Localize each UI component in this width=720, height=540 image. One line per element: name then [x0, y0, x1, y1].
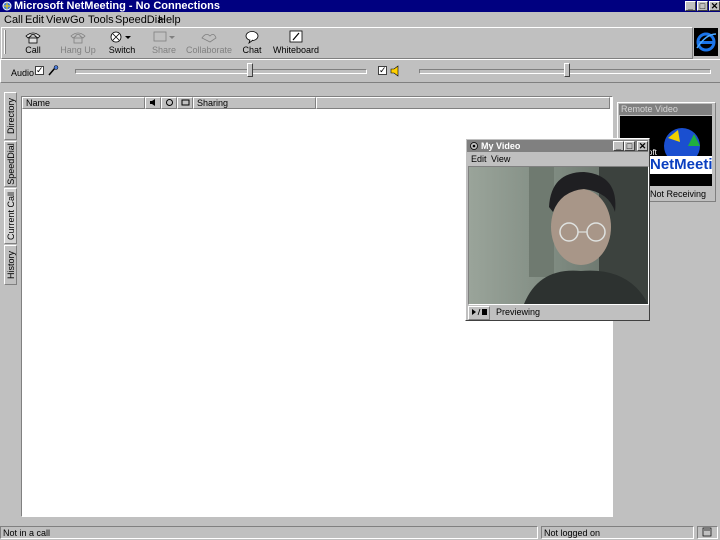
remote-video-status: Not Receiving — [650, 189, 707, 199]
menu-edit[interactable]: Edit — [25, 14, 44, 26]
play-stop-icon — [472, 308, 487, 316]
tab-current-call[interactable]: Current Call — [4, 188, 17, 244]
tab-history[interactable]: History — [4, 245, 17, 285]
column-sharing[interactable]: Sharing — [193, 97, 316, 109]
share-label: Share — [151, 45, 177, 55]
mic-checkbox[interactable]: ✓ — [35, 66, 44, 75]
menu-tools[interactable]: Tools — [88, 14, 114, 26]
my-video-menu-edit[interactable]: Edit — [471, 154, 487, 164]
audio-icon — [150, 99, 155, 106]
speaker-volume-thumb[interactable] — [564, 63, 570, 77]
menu-go[interactable]: Go — [70, 14, 85, 26]
speaker-icon — [390, 65, 399, 77]
my-video-window[interactable]: My Video _ □ ✕ Edit View Previewing — [465, 138, 650, 321]
maximize-button[interactable]: □ — [697, 1, 708, 11]
menu-help[interactable]: Help — [158, 14, 181, 26]
audio-toolbar: Audio ✓ ✓ — [0, 59, 720, 83]
speaker-checkbox[interactable]: ✓ — [378, 66, 387, 75]
column-spacer — [316, 97, 610, 109]
login-status: Not logged on — [541, 526, 694, 539]
chat-icon — [245, 31, 259, 44]
logo-text: NetMeeting — [650, 156, 712, 173]
tab-current-call-label: Current Call — [5, 191, 16, 241]
column-video[interactable] — [161, 97, 177, 109]
remote-video-title: Remote Video — [619, 104, 712, 115]
my-video-titlebar[interactable]: My Video _ □ ✕ — [467, 140, 648, 152]
microphone-icon — [48, 65, 59, 76]
ie-throbber[interactable] — [694, 28, 718, 56]
status-bar: Not in a call Not logged on — [0, 525, 720, 540]
whiteboard-label: Whiteboard — [272, 45, 320, 55]
play-stop-button[interactable] — [468, 306, 490, 320]
hang-up-icon — [70, 32, 86, 44]
tab-speeddial-label: SpeedDial — [5, 143, 16, 185]
menu-bar: Call Edit View Go Tools SpeedDial Help — [0, 13, 720, 26]
share-icon — [153, 31, 175, 42]
column-name[interactable]: Name — [22, 97, 145, 109]
call-status: Not in a call — [0, 526, 538, 539]
my-video-maximize-button[interactable]: □ — [624, 141, 635, 151]
card-icon — [181, 99, 190, 106]
my-video-status: Previewing — [496, 307, 541, 317]
connection-status — [697, 526, 718, 539]
video-icon — [166, 99, 173, 106]
title-bar[interactable]: Microsoft NetMeeting - No Connections _ … — [0, 0, 720, 12]
my-video-preview — [468, 166, 649, 305]
tab-history-label: History — [5, 250, 16, 280]
share-button[interactable]: Share — [138, 28, 190, 58]
minimize-button[interactable]: _ — [685, 1, 696, 11]
whiteboard-button[interactable]: Whiteboard — [268, 28, 324, 58]
ie-logo-icon — [696, 32, 717, 52]
toolbar: Call Hang Up Switch Share Collaborate Ch… — [1, 27, 693, 59]
mic-volume-slider[interactable] — [75, 69, 367, 74]
call-icon — [25, 32, 41, 44]
video-preview-image — [469, 167, 648, 304]
camera-icon — [470, 142, 478, 150]
column-audio[interactable] — [145, 97, 161, 109]
tab-speeddial[interactable]: SpeedDial — [4, 141, 17, 187]
netmeeting-icon — [2, 1, 12, 11]
whiteboard-icon — [289, 30, 303, 43]
collaborate-icon — [201, 34, 217, 43]
tab-directory-label: Directory — [5, 97, 16, 135]
phone-status-icon — [702, 527, 712, 537]
my-video-menu-view[interactable]: View — [491, 154, 510, 164]
column-card[interactable] — [177, 97, 193, 109]
tab-directory[interactable]: Directory — [4, 92, 17, 140]
menu-view[interactable]: View — [46, 14, 70, 26]
my-video-minimize-button[interactable]: _ — [613, 141, 624, 151]
my-video-title: My Video — [481, 141, 521, 151]
switch-icon — [110, 31, 131, 43]
menu-call[interactable]: Call — [4, 14, 23, 26]
audio-label: Audio — [11, 68, 35, 78]
close-button[interactable]: ✕ — [709, 1, 720, 11]
window-title: Microsoft NetMeeting - No Connections — [14, 0, 220, 12]
mic-volume-thumb[interactable] — [247, 63, 253, 77]
my-video-close-button[interactable]: ✕ — [637, 141, 648, 151]
